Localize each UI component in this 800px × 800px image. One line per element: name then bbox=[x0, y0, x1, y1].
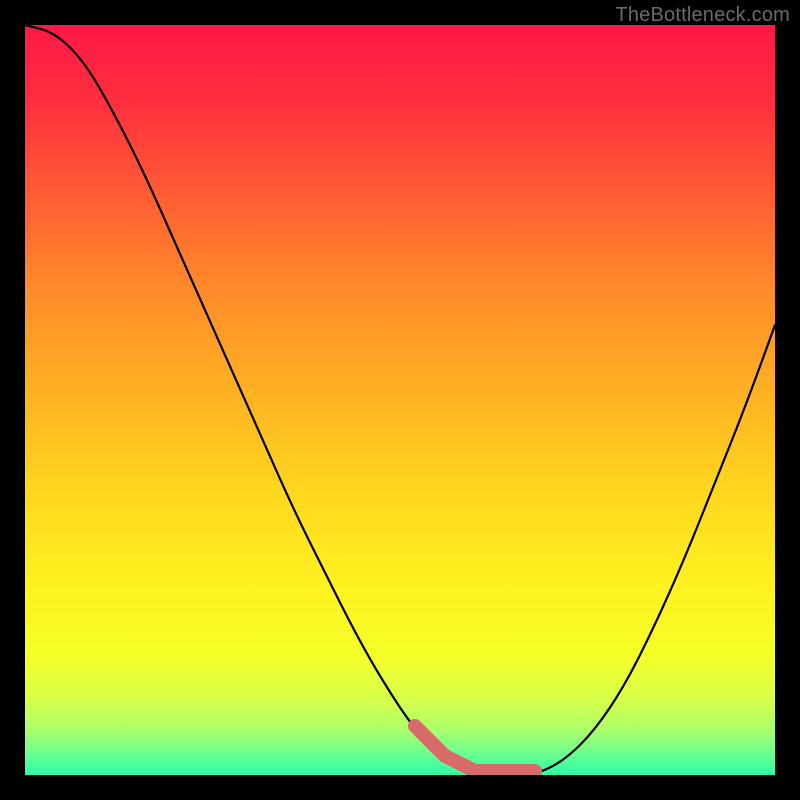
chart-svg bbox=[25, 25, 775, 775]
chart-frame: TheBottleneck.com bbox=[0, 0, 800, 800]
plot-area bbox=[25, 25, 775, 775]
credit-label: TheBottleneck.com bbox=[615, 4, 790, 27]
gradient-background bbox=[25, 25, 775, 775]
